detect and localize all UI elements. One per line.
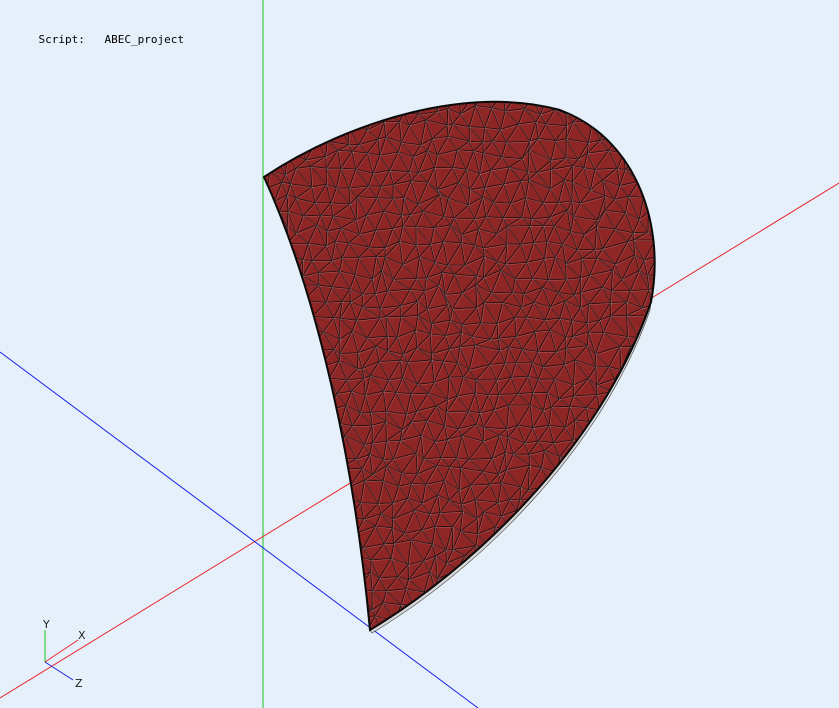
gizmo-x-label: X — [78, 629, 86, 642]
gizmo-z-axis — [44, 661, 74, 681]
gizmo-z-label: Z — [75, 677, 83, 690]
axis-gizmo[interactable]: Y X Z — [42, 618, 86, 690]
scene-canvas[interactable]: Y X Z — [0, 0, 839, 708]
gizmo-y-label: Y — [42, 618, 50, 631]
3d-viewport[interactable]: Y X Z Script: ABEC_project — [0, 0, 839, 708]
script-label: Script: — [38, 33, 85, 46]
script-name: ABEC_project — [104, 33, 184, 46]
script-info: Script: ABEC_project — [12, 19, 184, 61]
horn-mesh[interactable] — [250, 75, 702, 656]
gizmo-x-axis — [44, 639, 79, 663]
